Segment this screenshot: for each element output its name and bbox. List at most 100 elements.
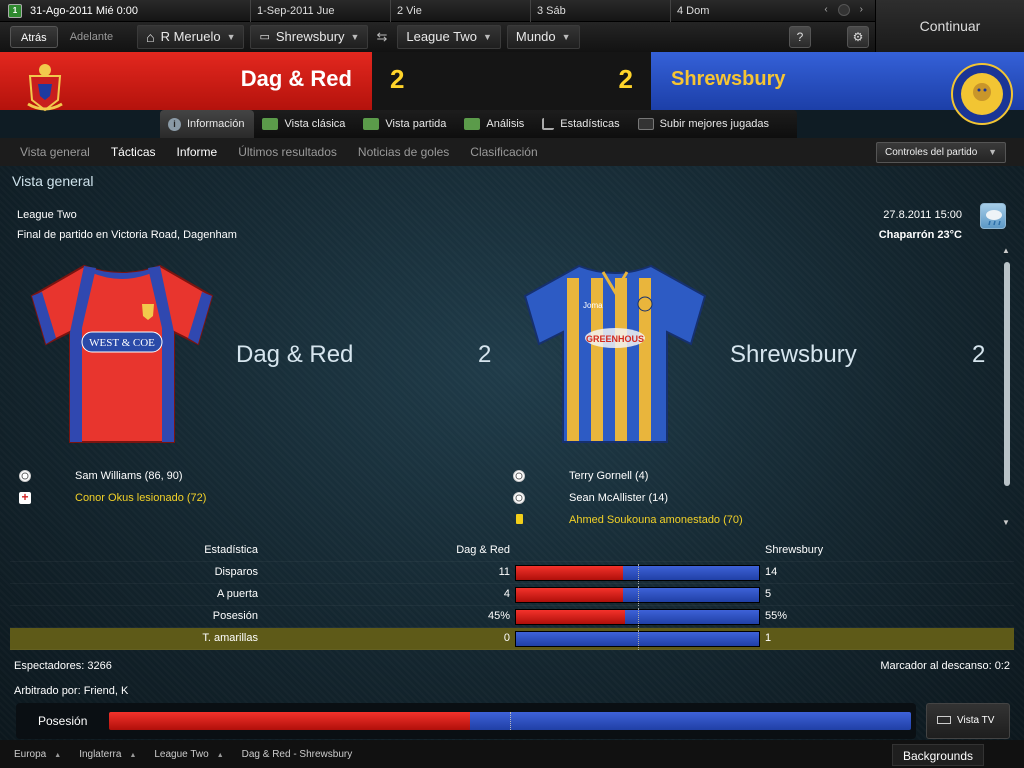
stat-away-value: 1	[765, 632, 772, 644]
chevron-down-icon: ▼	[482, 32, 492, 42]
tab-vista-clasica[interactable]: Vista clásica	[254, 110, 355, 138]
tab-informacion[interactable]: i Información	[160, 110, 255, 138]
stats-header-label: Estadística	[204, 544, 258, 556]
stat-bar-away	[622, 566, 759, 580]
upcoming-day-4[interactable]: 4 Dom	[670, 0, 790, 22]
tab-subir-jugadas[interactable]: Subir mejores jugadas	[630, 110, 779, 138]
overview-scrollbar[interactable]: ▲ ▼	[1002, 246, 1010, 527]
home-team-band: Dag & Red	[0, 52, 372, 112]
next-icon[interactable]: ›	[860, 4, 863, 16]
inbox-icon: ▭	[259, 31, 270, 43]
stat-bar-midline	[638, 630, 639, 650]
chevron-down-icon: ▼	[561, 32, 571, 42]
tab-label: Estadísticas	[560, 118, 620, 130]
subnav-vista-general[interactable]: Vista general	[20, 145, 90, 159]
weather-icon	[980, 203, 1006, 229]
away-team-band: Shrewsbury	[651, 52, 1024, 125]
stat-bar	[515, 630, 760, 650]
upcoming-day-3[interactable]: 3 Sáb	[530, 0, 670, 22]
forward-button[interactable]: Adelante	[60, 26, 123, 48]
away-team-name[interactable]: Shrewsbury	[671, 68, 785, 91]
attendance-label: Espectadores: 3266	[14, 660, 112, 672]
upcoming-day-1[interactable]: 1-Sep-2011 Jue	[250, 0, 390, 22]
upcoming-day-2[interactable]: 2 Vie	[390, 0, 530, 22]
stat-away-value: 55%	[765, 610, 788, 622]
stat-bar-away	[622, 588, 759, 602]
stat-label: A puerta	[217, 588, 258, 600]
previous-icon[interactable]: ‹	[824, 4, 827, 16]
tab-vista-partida[interactable]: Vista partida	[355, 110, 456, 138]
backgrounds-button[interactable]: Backgrounds	[891, 744, 984, 766]
stat-bar-midline	[638, 564, 639, 584]
subnav-informe[interactable]: Informe	[177, 145, 218, 159]
gear-icon[interactable]: ⚙	[847, 26, 869, 48]
venue-label: Final de partido en Victoria Road, Dagen…	[17, 229, 237, 241]
manager-name: R Meruelo	[160, 29, 221, 44]
away-kit-image: GREENHOUS Joma	[523, 264, 707, 443]
stat-bar-home	[516, 610, 626, 624]
subnav-tacticas[interactable]: Tácticas	[111, 145, 156, 159]
subnav-clasificacion[interactable]: Clasificación	[470, 145, 537, 159]
competition-menu[interactable]: League Two ▼	[397, 25, 501, 49]
match-overview-panel: Vista general League Two Final de partid…	[0, 166, 1024, 740]
manager-menu[interactable]: ⌂ R Meruelo ▼	[137, 25, 245, 49]
away-crest-icon	[951, 63, 1013, 125]
away-event-goal[interactable]: Sean McAllister (14)	[569, 490, 668, 506]
vista-tv-button[interactable]: Vista TV	[926, 703, 1010, 739]
stat-home-value: 0	[503, 632, 510, 644]
club-menu[interactable]: ▭ Shrewsbury ▼	[250, 25, 369, 49]
scroll-down-icon[interactable]: ▼	[1002, 518, 1010, 527]
away-event-goal[interactable]: Terry Gornell (4)	[569, 468, 648, 484]
chevron-down-icon: ▼	[988, 147, 997, 157]
away-team-title[interactable]: Shrewsbury	[730, 341, 857, 369]
away-score: 2	[618, 64, 633, 94]
home-team-name[interactable]: Dag & Red	[241, 66, 352, 92]
scroll-up-icon[interactable]: ▲	[1002, 246, 1010, 255]
yellow-card-icon	[516, 514, 523, 524]
stat-bar-home	[516, 566, 623, 580]
away-event-booking[interactable]: Ahmed Soukouna amonestado (70)	[569, 512, 743, 528]
weather-label: Chaparrón 23°C	[878, 229, 962, 241]
referee-label[interactable]: Arbitrado por: Friend, K	[14, 685, 128, 697]
back-button[interactable]: Atrás	[10, 26, 58, 48]
crumb-europa[interactable]: Europa ▲	[14, 749, 61, 760]
crumb-inglaterra[interactable]: Inglaterra ▲	[79, 749, 136, 760]
home-icon: ⌂	[146, 29, 155, 45]
stats-icon	[542, 118, 555, 130]
competition-label[interactable]: League Two	[17, 205, 237, 225]
home-event-injury[interactable]: Conor Okus lesionado (72)	[75, 490, 206, 506]
calendar-icon[interactable]: 1	[8, 3, 22, 18]
stats-header-away: Shrewsbury	[765, 544, 824, 556]
stat-home-value: 4	[503, 588, 510, 600]
subnav-noticias-goles[interactable]: Noticias de goles	[358, 145, 449, 159]
stat-home-value: 11	[498, 566, 510, 578]
crumb-league-two[interactable]: League Two ▲	[154, 749, 223, 760]
date-dot-icon[interactable]	[837, 4, 850, 16]
chevron-up-icon: ▲	[129, 751, 137, 759]
tab-label: Información	[187, 118, 245, 130]
away-team-score: 2	[972, 341, 986, 368]
home-team-title[interactable]: Dag & Red	[236, 341, 353, 369]
tab-label: Análisis	[486, 118, 525, 130]
stat-bar-midline	[638, 586, 639, 606]
analysis-icon	[464, 118, 481, 130]
world-menu[interactable]: Mundo ▼	[506, 25, 580, 49]
continue-button[interactable]: Continuar	[875, 0, 1024, 52]
swap-icon[interactable]: ⇆	[376, 29, 387, 45]
tab-analisis[interactable]: Análisis	[456, 110, 534, 138]
stat-bar	[515, 564, 760, 584]
help-button[interactable]: ?	[789, 26, 811, 48]
subnav-ultimos-resultados[interactable]: Últimos resultados	[238, 145, 337, 159]
home-event-goal[interactable]: Sam Williams (86, 90)	[75, 468, 183, 484]
scrollbar-thumb[interactable]	[1004, 262, 1010, 486]
match-controls-dropdown[interactable]: Controles del partido ▼	[876, 142, 1006, 163]
tab-estadisticas[interactable]: Estadísticas	[534, 110, 629, 138]
stats-row: Posesión 45% 55%	[10, 606, 1014, 628]
split-icon	[363, 118, 380, 130]
stat-away-value: 14	[765, 566, 778, 578]
crumb-match[interactable]: Dag & Red - Shrewsbury	[242, 749, 353, 760]
home-team-score: 2	[478, 341, 492, 368]
stat-label: Posesión	[212, 610, 258, 622]
goal-ball-icon	[19, 470, 31, 482]
match-controls-label: Controles del partido	[885, 147, 978, 158]
